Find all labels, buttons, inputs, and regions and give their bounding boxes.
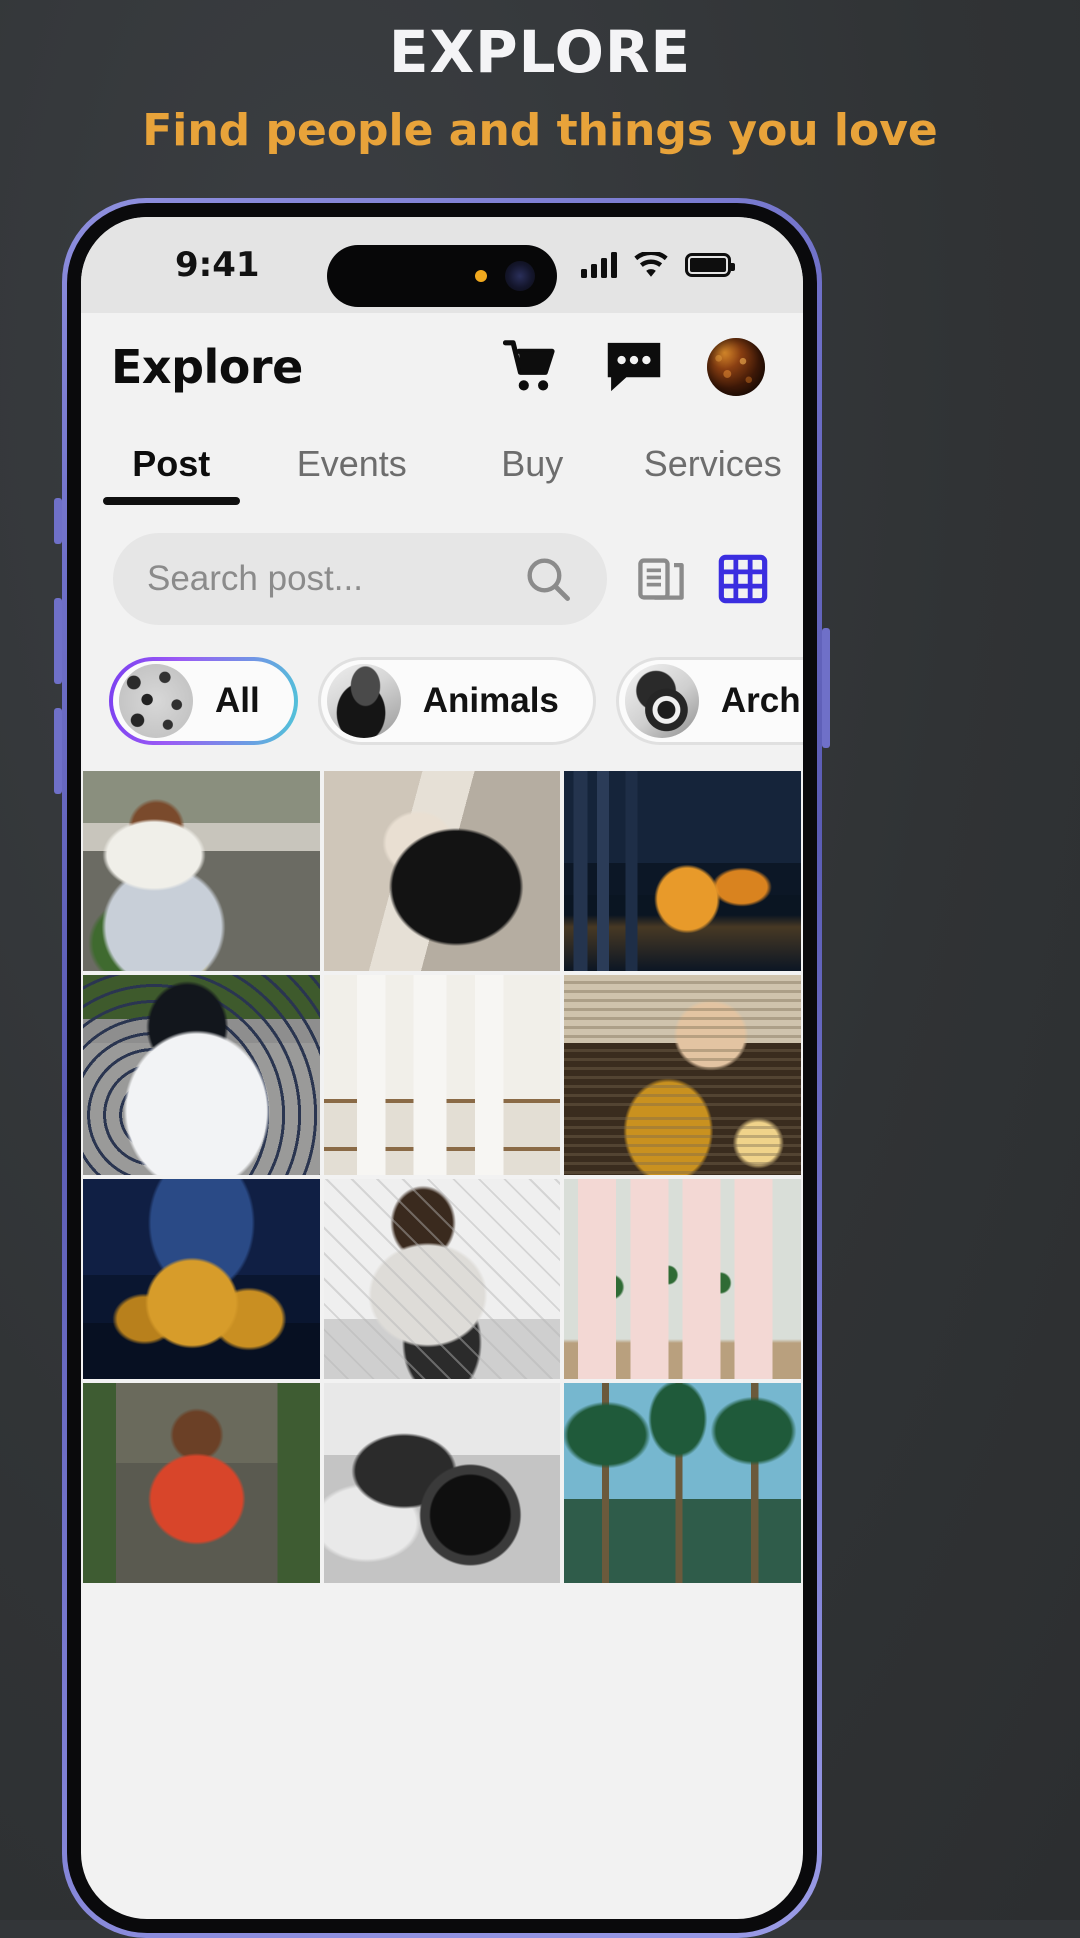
cellular-signal-icon	[581, 252, 617, 278]
post-thumbnail-delivery-man-backpack[interactable]	[83, 1383, 320, 1583]
filter-chip-all[interactable]: All	[109, 657, 298, 745]
promo-header: EXPLORE Find people and things you love	[0, 0, 1080, 156]
app-header: Explore	[81, 313, 803, 421]
grid-view-icon[interactable]	[715, 551, 771, 607]
post-thumbnail-pink-leaf-napkins[interactable]	[564, 1179, 801, 1379]
post-thumbnail-polka-dot-dress[interactable]	[83, 975, 320, 1175]
phone-mockup: 9:41 Explore Post Events Buy Services Se…	[54, 198, 830, 1938]
volume-up-button[interactable]	[54, 598, 62, 684]
front-camera-icon	[505, 261, 535, 291]
post-thumbnail-hands-holding-camera[interactable]	[323, 1383, 561, 1583]
post-thumbnail-city-skyline-night[interactable]	[564, 771, 801, 971]
list-view-icon[interactable]	[633, 551, 689, 607]
power-button[interactable]	[822, 628, 830, 748]
filter-chip-architecture[interactable]: Architecture	[615, 657, 803, 745]
wifi-icon	[634, 251, 668, 277]
filter-chip-label: Architecture	[720, 681, 803, 720]
post-thumbnail-woman-cooking-kitchen[interactable]	[323, 1179, 561, 1379]
tab-post[interactable]: Post	[81, 435, 262, 507]
filter-chip-thumbnail	[624, 664, 699, 738]
photo-grid	[81, 771, 803, 1583]
chat-bubble-icon[interactable]	[603, 339, 665, 395]
mute-switch[interactable]	[54, 498, 62, 544]
filter-chip-label: Animals	[422, 681, 559, 720]
post-thumbnail-elderly-man-dinner[interactable]	[564, 975, 801, 1175]
search-placeholder: Search post...	[147, 559, 363, 598]
post-thumbnail-white-candles-shelf[interactable]	[323, 975, 561, 1175]
cart-icon[interactable]	[503, 340, 561, 394]
filter-chip-thumbnail	[119, 664, 193, 738]
tab-buy[interactable]: Buy	[442, 435, 623, 507]
search-input[interactable]: Search post...	[113, 533, 607, 625]
battery-icon	[685, 253, 735, 277]
status-bar: 9:41	[81, 217, 803, 313]
profile-avatar[interactable]	[707, 338, 765, 396]
search-icon[interactable]	[523, 554, 573, 604]
search-row: Search post...	[81, 507, 803, 643]
volume-down-button[interactable]	[54, 708, 62, 794]
phone-screen: 9:41 Explore Post Events Buy Services Se…	[81, 217, 803, 1919]
post-thumbnail-palace-fine-arts-night[interactable]	[83, 1179, 320, 1379]
post-thumbnail-woman-bicycle-flowers[interactable]	[83, 771, 320, 971]
page-subtitle: Find people and things you love	[142, 104, 938, 156]
recording-indicator-icon	[475, 270, 487, 282]
post-thumbnail-palm-trees-sky[interactable]	[564, 1383, 801, 1583]
filter-chip-animals[interactable]: Animals	[317, 657, 596, 745]
page-title: EXPLORE	[388, 18, 692, 86]
status-bar-time: 9:41	[175, 245, 260, 285]
post-thumbnail-woman-black-dress[interactable]	[323, 771, 561, 971]
tab-bar: Post Events Buy Services	[81, 421, 803, 507]
app-title: Explore	[111, 340, 303, 394]
filter-chip-label: All	[215, 681, 260, 720]
tab-events[interactable]: Events	[262, 435, 443, 507]
filter-chip-row: All Animals Architecture	[81, 643, 803, 771]
filter-chip-thumbnail	[326, 664, 401, 738]
dynamic-island	[327, 245, 557, 307]
tab-services[interactable]: Services	[623, 435, 804, 507]
